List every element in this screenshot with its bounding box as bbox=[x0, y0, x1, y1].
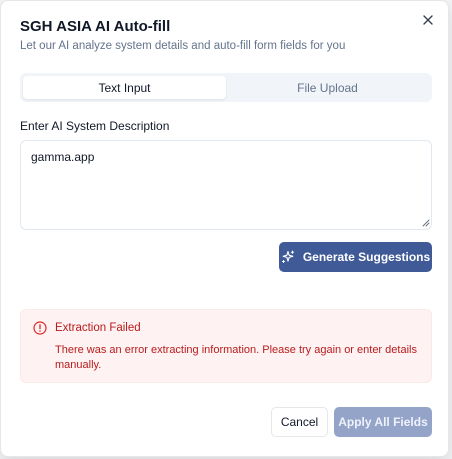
auto-fill-dialog: SGH ASIA AI Auto-fill Let our AI analyze… bbox=[0, 0, 449, 457]
close-button[interactable] bbox=[421, 13, 435, 27]
tab-text-input[interactable]: Text Input bbox=[23, 76, 226, 99]
generate-suggestions-button[interactable]: Generate Suggestions bbox=[279, 242, 432, 272]
input-mode-tabs: Text Input File Upload bbox=[20, 73, 432, 102]
description-textarea[interactable] bbox=[20, 140, 432, 230]
error-alert: Extraction Failed There was an error ext… bbox=[20, 309, 432, 383]
apply-all-fields-button[interactable]: Apply All Fields bbox=[334, 407, 432, 437]
tab-file-upload[interactable]: File Upload bbox=[226, 76, 429, 99]
generate-suggestions-label: Generate Suggestions bbox=[302, 250, 431, 264]
sparkles-icon bbox=[281, 250, 295, 263]
alert-title: Extraction Failed bbox=[55, 322, 141, 334]
alert-circle-icon bbox=[33, 321, 47, 335]
cancel-button[interactable]: Cancel bbox=[271, 407, 328, 437]
dialog-subtitle: Let our AI analyze system details and au… bbox=[20, 40, 346, 52]
alert-message: There was an error extracting informatio… bbox=[55, 344, 417, 371]
dialog-title: SGH ASIA AI Auto-fill bbox=[20, 18, 171, 35]
description-label: Enter AI System Description bbox=[20, 119, 170, 133]
resize-grip-icon[interactable] bbox=[421, 218, 430, 227]
close-icon bbox=[423, 15, 433, 25]
